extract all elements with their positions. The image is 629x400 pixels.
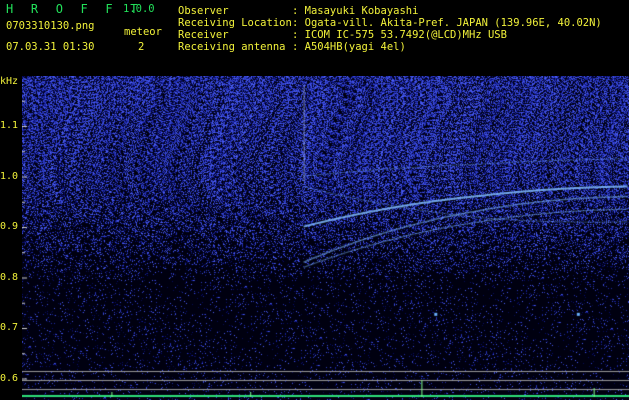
spectrogram [22, 76, 629, 400]
header-panel: H R O F F T 1.0.0 0703310130.png 07.03.3… [0, 0, 629, 76]
info-key: Receiving antenna [178, 41, 286, 53]
y-tick-label: 1.1 [0, 120, 19, 131]
y-tick-label: 0.7 [0, 322, 19, 333]
meteor-label: meteor [124, 26, 162, 38]
info-value: : Ogata-vill. Akita-Pref. JAPAN (139.96E… [292, 17, 602, 29]
app-version: 1.0.0 [123, 3, 155, 15]
info-value: : A504HB(yagi 4el) [292, 41, 406, 53]
y-axis-unit: kHz [0, 76, 19, 87]
info-key: Observer [178, 5, 229, 17]
meteor-count: 2 [138, 41, 145, 53]
y-tick-label: 0.6 [0, 372, 19, 384]
date-time: 07.03.31 01:30 [6, 41, 95, 53]
y-tick-label: 0.8 [0, 271, 19, 283]
file-name: 0703310130.png [6, 20, 95, 32]
y-tick-label: 0.9 [0, 221, 19, 232]
info-value: : Masayuki Kobayashi [292, 5, 419, 17]
info-value: : ICOM IC-575 53.7492(@LCD)MHz USB [292, 29, 507, 41]
y-tick-label: 1.0 [0, 170, 19, 182]
info-key: Receiver [178, 29, 229, 41]
info-key: Receiving Location [178, 17, 292, 29]
spectrogram-canvas [22, 76, 629, 400]
